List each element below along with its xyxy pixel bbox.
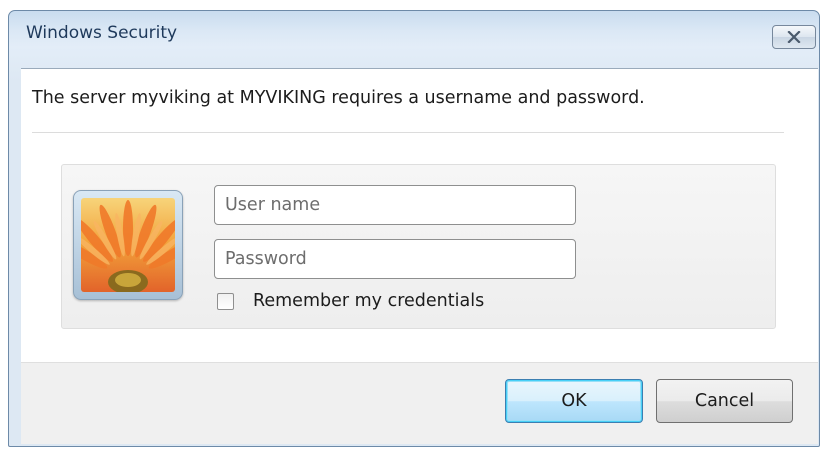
cancel-button[interactable]: Cancel [656, 379, 793, 423]
username-input[interactable] [214, 185, 576, 225]
window-title: Windows Security [26, 23, 178, 43]
remember-credentials-row[interactable]: Remember my credentials [217, 289, 484, 313]
close-icon [787, 28, 801, 47]
close-button[interactable] [772, 25, 816, 49]
user-tile-flower-icon [73, 190, 183, 300]
ok-button[interactable]: OK [505, 379, 643, 423]
prompt-message: The server myviking at MYVIKING requires… [32, 88, 645, 108]
remember-credentials-label[interactable]: Remember my credentials [253, 291, 484, 311]
password-input[interactable] [214, 239, 576, 279]
separator [32, 132, 784, 133]
remember-credentials-checkbox[interactable] [217, 292, 234, 310]
